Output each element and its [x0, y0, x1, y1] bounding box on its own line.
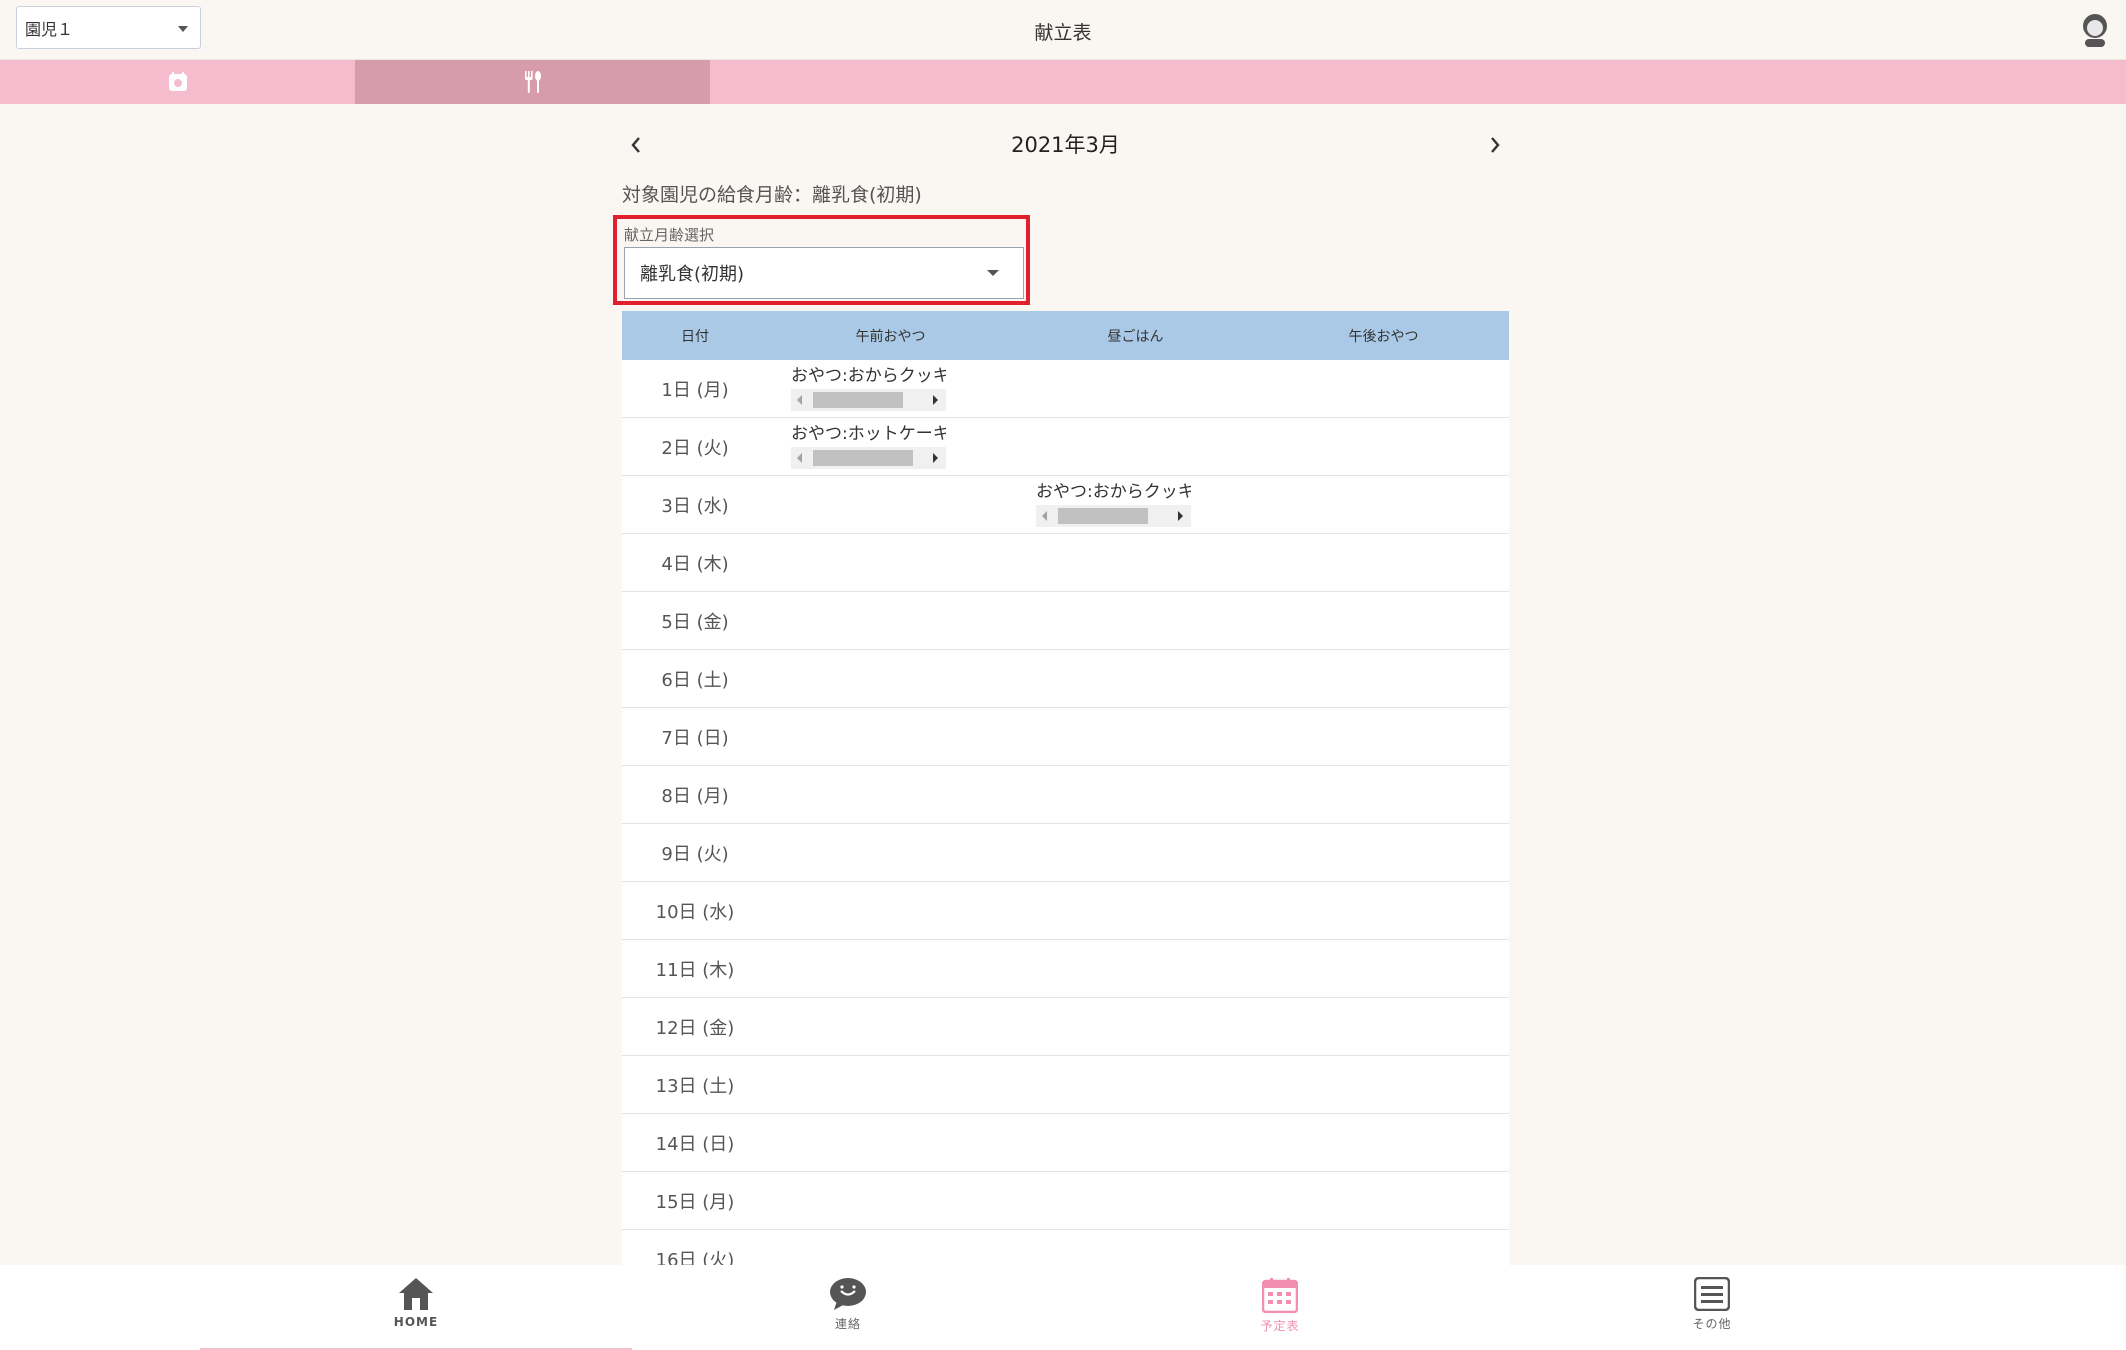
nav-other[interactable]: その他 [1496, 1265, 1928, 1350]
chevron-down-icon [178, 26, 188, 32]
scroll-right-icon[interactable] [933, 452, 938, 463]
row-am-cell: おやつ:ホットケーキ [768, 418, 1013, 476]
horizontal-scrollbar[interactable] [1036, 504, 1191, 527]
row-date: 4日 (木) [661, 553, 729, 575]
table-row: 6日 (土) [622, 650, 1509, 708]
fork-spoon-icon [524, 71, 541, 93]
row-date: 15日 (月) [655, 1191, 735, 1213]
top-bar: 献立表 園児１ [0, 0, 2126, 60]
row-pm-cell [1258, 476, 1509, 534]
header-am-snack: 午前おやつ [855, 328, 926, 345]
table-row: 11日 (木) [622, 940, 1509, 998]
header-pm-snack: 午後おやつ [1348, 328, 1419, 345]
menu-table: 日付 午前おやつ 昼ごはん 午後おやつ 1日 (月) おやつ:おからクッキー 2… [622, 311, 1509, 1288]
row-date: 8日 (月) [661, 785, 729, 807]
row-pm-cell [1258, 418, 1509, 476]
scroll-left-icon[interactable] [797, 394, 802, 405]
row-date: 13日 (土) [655, 1075, 735, 1097]
scroll-thumb[interactable] [813, 391, 903, 408]
row-lunch-cell [1013, 360, 1258, 418]
scroll-right-icon[interactable] [933, 394, 938, 405]
row-date: 14日 (日) [655, 1133, 735, 1155]
nav-contact[interactable]: 連絡 [632, 1265, 1064, 1350]
snack-text: おやつ:おからクッキー [1036, 481, 1191, 502]
row-am-cell: おやつ:おからクッキー [768, 360, 1013, 418]
table-row: 15日 (月) [622, 1172, 1509, 1230]
snack-item: おやつ:おからクッキー [791, 365, 946, 411]
table-row: 10日 (水) [622, 882, 1509, 940]
header-date: 日付 [681, 328, 709, 345]
home-icon [399, 1278, 433, 1310]
snack-text: おやつ:ホットケーキ [791, 423, 946, 444]
age-select-label: 献立月齢選択 [624, 226, 715, 244]
table-row: 1日 (月) おやつ:おからクッキー [622, 360, 1509, 418]
nav-home-label: HOME [393, 1315, 439, 1329]
table-row: 13日 (土) [622, 1056, 1509, 1114]
user-icon [2083, 14, 2107, 47]
horizontal-scrollbar[interactable] [791, 446, 946, 469]
table-row: 8日 (月) [622, 766, 1509, 824]
calendar-grid-icon [1262, 1278, 1298, 1313]
table-row: 9日 (火) [622, 824, 1509, 882]
row-date: 6日 (土) [661, 669, 729, 691]
scroll-left-icon[interactable] [797, 452, 802, 463]
age-select[interactable]: 離乳食(初期) [624, 247, 1024, 299]
age-info: 対象園児の給食月齢：離乳食(初期) [622, 184, 922, 206]
row-lunch-cell: おやつ:おからクッキー [1013, 476, 1258, 534]
tab-calendar[interactable] [0, 60, 355, 104]
bottom-nav: HOME 連絡 予定表 その他 [0, 1265, 2126, 1350]
nav-other-label: その他 [1692, 1317, 1732, 1331]
page-title: 献立表 [1034, 22, 1092, 44]
child-select-value: 園児１ [25, 19, 74, 39]
tab-bar [0, 60, 2126, 104]
month-label: 2021年3月 [1011, 133, 1120, 157]
row-lunch-cell [1013, 418, 1258, 476]
horizontal-scrollbar[interactable] [791, 388, 946, 411]
row-date: 2日 (火) [661, 437, 729, 459]
chevron-right-icon [1491, 137, 1500, 153]
table-row: 4日 (木) [622, 534, 1509, 592]
table-row: 14日 (日) [622, 1114, 1509, 1172]
row-date: 1日 (月) [661, 379, 729, 401]
tab-menu[interactable] [355, 60, 710, 104]
table-row: 2日 (火) おやつ:ホットケーキ [622, 418, 1509, 476]
table-header: 日付 午前おやつ 昼ごはん 午後おやつ [622, 311, 1509, 360]
snack-item: おやつ:ホットケーキ [791, 423, 946, 469]
row-am-cell [768, 476, 1013, 534]
chat-icon [830, 1278, 866, 1310]
row-date: 9日 (火) [661, 843, 729, 865]
header-lunch: 昼ごはん [1107, 328, 1164, 345]
row-date: 12日 (金) [655, 1017, 735, 1039]
snack-text: おやつ:おからクッキー [791, 365, 946, 386]
child-select[interactable]: 園児１ [16, 6, 201, 49]
nav-schedule[interactable]: 予定表 [1064, 1265, 1496, 1350]
next-month-button[interactable] [1481, 131, 1509, 159]
table-row: 5日 (金) [622, 592, 1509, 650]
menu-list-icon [1694, 1277, 1730, 1311]
row-date: 3日 (水) [661, 495, 729, 517]
chevron-down-icon [987, 270, 999, 276]
table-row: 12日 (金) [622, 998, 1509, 1056]
scroll-thumb[interactable] [1058, 507, 1148, 524]
scroll-thumb[interactable] [813, 449, 913, 466]
row-date: 11日 (木) [655, 959, 735, 981]
row-date: 5日 (金) [661, 611, 729, 633]
row-date: 10日 (水) [655, 901, 735, 923]
age-select-value: 離乳食(初期) [640, 264, 745, 285]
avatar[interactable] [2080, 13, 2110, 47]
scroll-left-icon[interactable] [1042, 510, 1047, 521]
table-row: 7日 (日) [622, 708, 1509, 766]
table-row: 3日 (水) おやつ:おからクッキー [622, 476, 1509, 534]
nav-contact-label: 連絡 [834, 1317, 861, 1331]
nav-schedule-label: 予定表 [1260, 1319, 1300, 1333]
nav-home[interactable]: HOME [200, 1265, 632, 1350]
row-date: 7日 (日) [661, 727, 729, 749]
row-pm-cell [1258, 360, 1509, 418]
chevron-left-icon [631, 137, 640, 153]
scroll-right-icon[interactable] [1178, 510, 1183, 521]
age-select-highlight: 献立月齢選択 離乳食(初期) [613, 215, 1030, 305]
prev-month-button[interactable] [622, 131, 650, 159]
calendar-icon [168, 72, 187, 91]
snack-item: おやつ:おからクッキー [1036, 481, 1191, 527]
